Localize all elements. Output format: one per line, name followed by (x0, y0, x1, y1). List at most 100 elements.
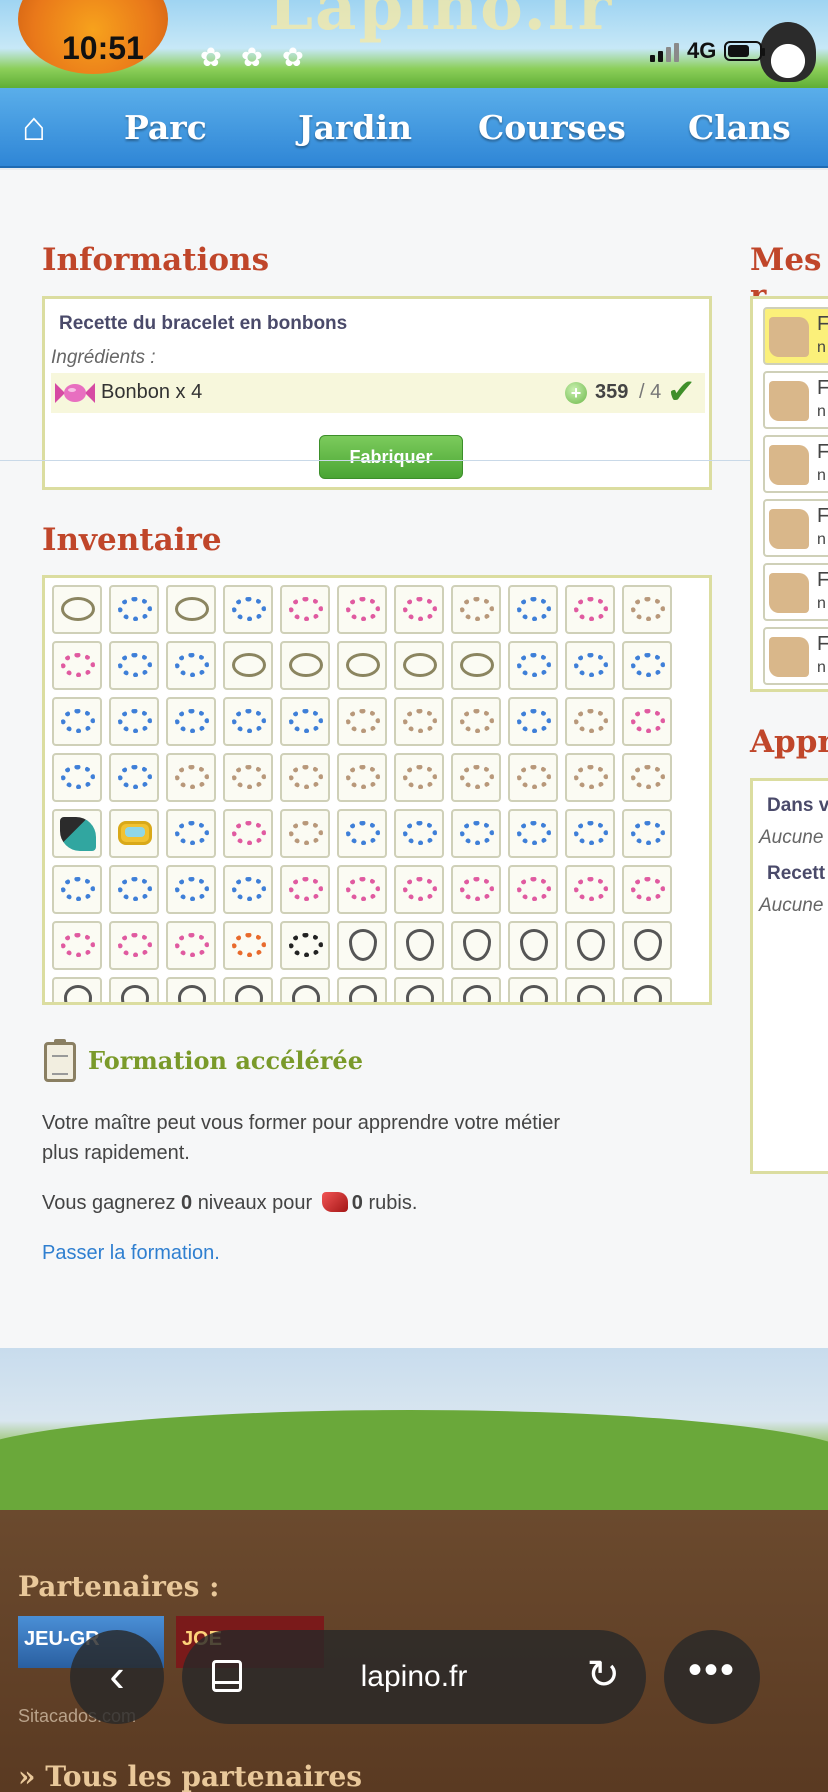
recipe-item[interactable]: F n (763, 435, 828, 493)
nav-jardin[interactable]: Jardin (298, 108, 412, 147)
inventory-slot[interactable] (109, 921, 159, 970)
back-icon[interactable]: ‹ (70, 1630, 164, 1724)
inventory-slot[interactable] (565, 865, 615, 914)
inventory-slot[interactable] (223, 641, 273, 690)
inventory-slot[interactable] (52, 641, 102, 690)
inventory-slot[interactable] (223, 753, 273, 802)
inventory-slot[interactable] (223, 977, 273, 1002)
inventory-slot[interactable] (451, 921, 501, 970)
inventory-slot[interactable] (280, 921, 330, 970)
inventory-slot[interactable] (223, 865, 273, 914)
inventory-slot[interactable] (280, 753, 330, 802)
inventory-slot[interactable] (451, 641, 501, 690)
reload-icon[interactable]: ↻ (586, 1652, 620, 1698)
inventory-slot[interactable] (166, 585, 216, 634)
inventory-slot[interactable] (166, 865, 216, 914)
inventory-slot[interactable] (337, 697, 387, 746)
nav-clans[interactable]: Clans (688, 108, 791, 147)
inventory-slot[interactable] (622, 865, 672, 914)
nav-parc[interactable]: Parc (124, 108, 207, 147)
inventory-slot[interactable] (166, 697, 216, 746)
inventory-slot[interactable] (508, 977, 558, 1002)
inventory-slot[interactable] (508, 809, 558, 858)
recipe-item[interactable]: F n (763, 563, 828, 621)
inventory-slot[interactable] (622, 585, 672, 634)
recipe-item[interactable]: F n (763, 307, 828, 365)
inventory-slot[interactable] (109, 753, 159, 802)
inventory-slot[interactable] (622, 809, 672, 858)
inventory-slot[interactable] (508, 585, 558, 634)
more-icon[interactable]: ••• (664, 1630, 760, 1724)
inventory-slot[interactable] (337, 585, 387, 634)
inventory-slot[interactable] (394, 921, 444, 970)
site-logo[interactable]: Lapino.fr (268, 0, 613, 45)
inventory-slot[interactable] (508, 921, 558, 970)
inventory-slot[interactable] (337, 865, 387, 914)
inventory-slot[interactable] (622, 921, 672, 970)
plus-icon[interactable]: + (565, 382, 587, 404)
inventory-slot[interactable] (52, 753, 102, 802)
inventory-slot[interactable] (52, 865, 102, 914)
skip-formation-link[interactable]: Passer la formation. (42, 1242, 220, 1265)
inventory-slot[interactable] (565, 585, 615, 634)
inventory-slot[interactable] (394, 641, 444, 690)
inventory-slot[interactable] (280, 585, 330, 634)
inventory-slot[interactable] (622, 977, 672, 1002)
recipe-item[interactable]: F n (763, 371, 828, 429)
inventory-slot[interactable] (508, 641, 558, 690)
inventory-slot[interactable] (622, 753, 672, 802)
inventory-slot[interactable] (166, 809, 216, 858)
inventory-slot[interactable] (223, 809, 273, 858)
inventory-slot[interactable] (337, 977, 387, 1002)
inventory-slot[interactable] (223, 585, 273, 634)
inventory-slot[interactable] (52, 697, 102, 746)
inventory-slot[interactable] (52, 585, 102, 634)
inventory-slot[interactable] (394, 697, 444, 746)
inventory-slot[interactable] (508, 753, 558, 802)
inventory-slot[interactable] (451, 753, 501, 802)
inventory-slot[interactable] (394, 865, 444, 914)
inventory-slot[interactable] (109, 809, 159, 858)
inventory-slot[interactable] (337, 809, 387, 858)
inventory-slot[interactable] (565, 977, 615, 1002)
home-icon[interactable]: ⌂ (0, 105, 68, 150)
recipe-item[interactable]: F n (763, 627, 828, 685)
inventory-slot[interactable] (565, 809, 615, 858)
inventory-slot[interactable] (52, 977, 102, 1002)
inventory-slot[interactable] (565, 921, 615, 970)
inventory-slot[interactable] (166, 921, 216, 970)
recipe-item[interactable]: F n (763, 499, 828, 557)
inventory-slot[interactable] (166, 753, 216, 802)
inventory-slot[interactable] (622, 697, 672, 746)
inventory-slot[interactable] (394, 753, 444, 802)
inventory-slot[interactable] (394, 585, 444, 634)
inventory-slot[interactable] (451, 809, 501, 858)
inventory-slot[interactable] (52, 921, 102, 970)
nav-courses[interactable]: Courses (478, 108, 626, 147)
inventory-slot[interactable] (109, 585, 159, 634)
address-bar[interactable]: lapino.fr ↻ (182, 1630, 646, 1724)
inventory-slot[interactable] (337, 753, 387, 802)
inventory-slot[interactable] (451, 977, 501, 1002)
inventory-slot[interactable] (109, 977, 159, 1002)
inventory-slot[interactable] (109, 641, 159, 690)
inventory-slot[interactable] (508, 865, 558, 914)
inventory-slot[interactable] (280, 977, 330, 1002)
inventory-slot[interactable] (451, 865, 501, 914)
inventory-slot[interactable] (622, 641, 672, 690)
inventory-slot[interactable] (337, 921, 387, 970)
inventory-slot[interactable] (280, 865, 330, 914)
all-partners-link[interactable]: » Tous les partenaires (18, 1760, 362, 1792)
inventory-slot[interactable] (109, 865, 159, 914)
inventory-slot[interactable] (394, 977, 444, 1002)
inventory-slot[interactable] (280, 809, 330, 858)
inventory-slot[interactable] (280, 641, 330, 690)
fabriquer-button[interactable]: Fabriquer (319, 435, 463, 479)
inventory-slot[interactable] (166, 641, 216, 690)
inventory-slot[interactable] (166, 977, 216, 1002)
inventory-slot[interactable] (280, 697, 330, 746)
inventory-slot[interactable] (223, 921, 273, 970)
inventory-slot[interactable] (52, 809, 102, 858)
inventory-slot[interactable] (508, 697, 558, 746)
inventory-panel[interactable] (42, 575, 712, 1005)
